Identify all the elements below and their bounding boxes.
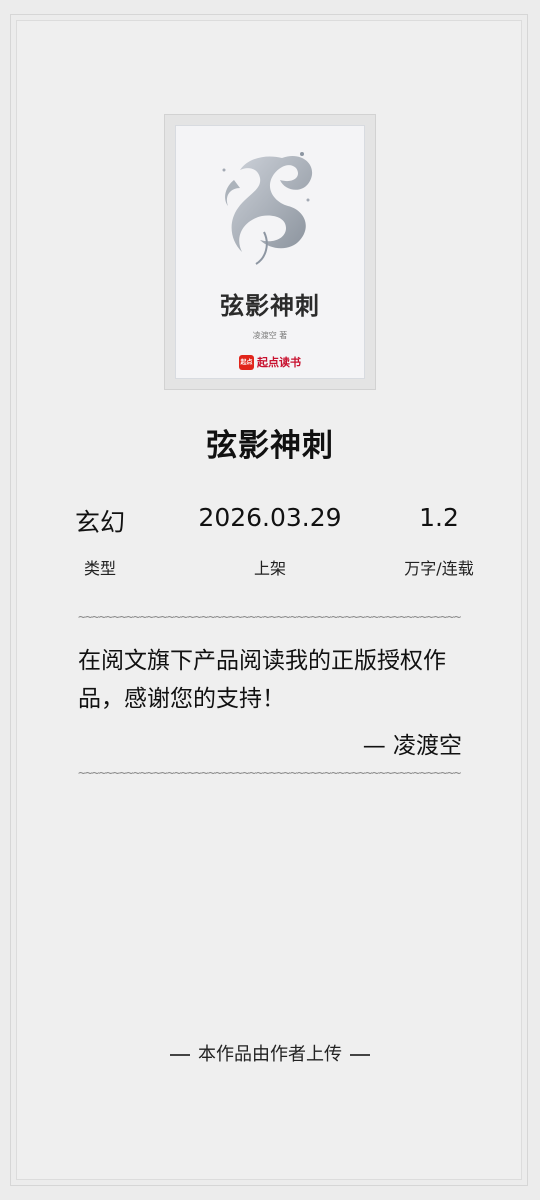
cover-title: 弦影神刺: [220, 291, 320, 320]
stat-words-label: 万字/连载: [404, 559, 474, 578]
dragon-art-icon: [222, 152, 313, 265]
cover-brand: 起点 起点读书: [176, 354, 364, 370]
cover-image: 弦影神刺 凌渡空 著 起点 起点读书: [175, 125, 365, 379]
author-signature: — 凌渡空: [362, 733, 462, 759]
book-title: 弦影神刺: [206, 428, 334, 464]
dash-left: [170, 1054, 190, 1056]
qidian-logo-icon: 起点: [239, 354, 254, 370]
divider-bottom: ~~~~~~~~~~~~~~~~~~~~~~~~~~~~~~~~~~~~~~~~…: [78, 770, 461, 778]
cover-author: 凌渡空 著: [252, 331, 288, 340]
brand-name: 起点读书: [257, 356, 301, 369]
author-message: 在阅文旗下产品阅读我的正版授权作品，感谢您的支持！: [78, 648, 446, 712]
dash-right: [350, 1054, 370, 1056]
upload-note: 本作品由作者上传: [0, 1040, 540, 1066]
book-cover[interactable]: 弦影神刺 凌渡空 著 起点 起点读书: [164, 114, 376, 390]
upload-note-text: 本作品由作者上传: [198, 1044, 342, 1065]
stat-words-value: 1.2: [419, 503, 459, 532]
divider-top: ~~~~~~~~~~~~~~~~~~~~~~~~~~~~~~~~~~~~~~~~…: [78, 614, 461, 622]
